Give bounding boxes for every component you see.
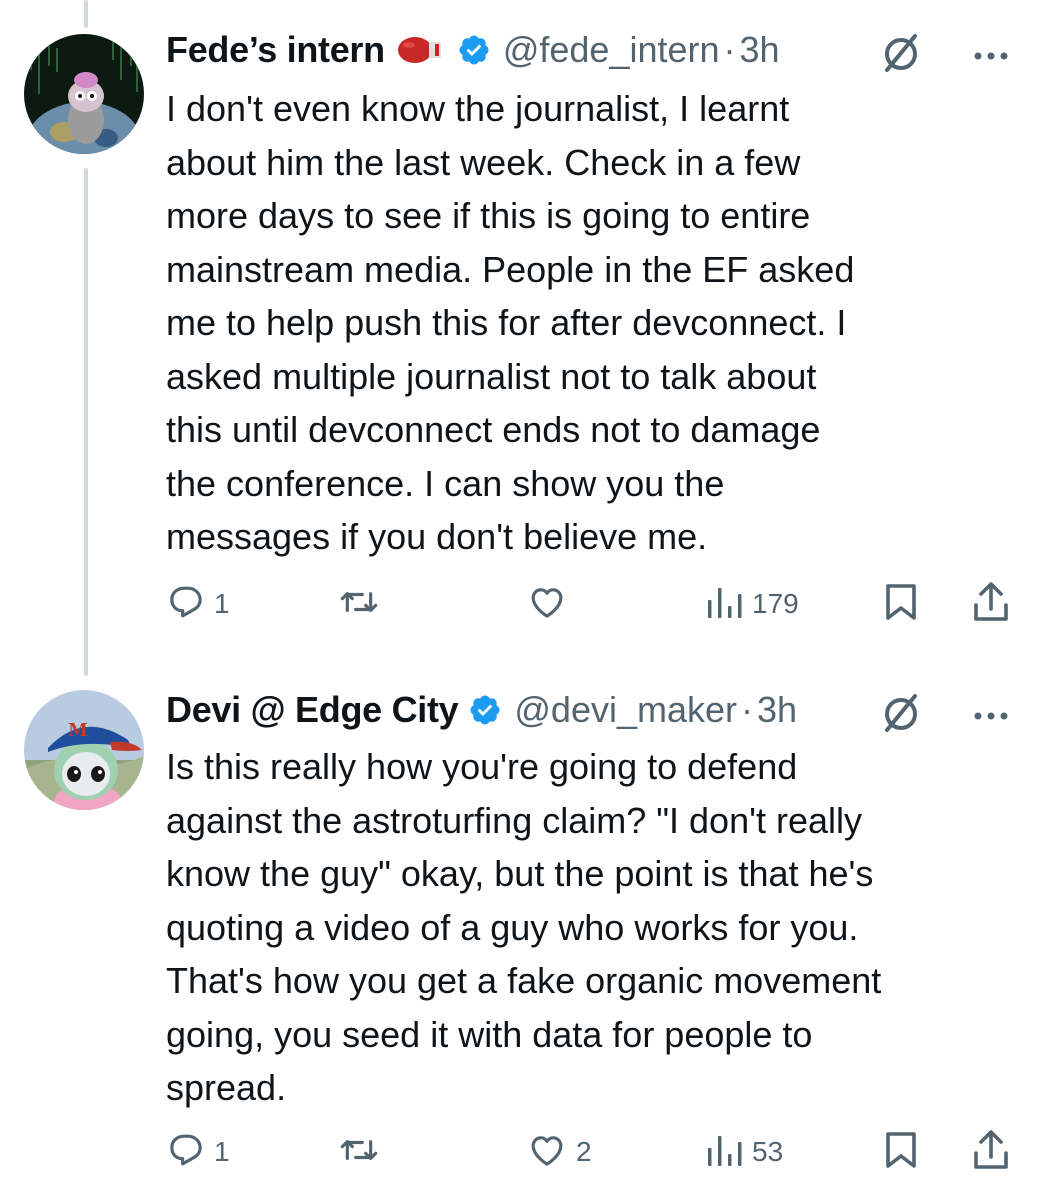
share-icon bbox=[972, 581, 1010, 628]
views-icon bbox=[706, 582, 744, 627]
timestamp[interactable]: 3h bbox=[757, 689, 797, 731]
separator: · bbox=[723, 29, 736, 70]
views-count: 179 bbox=[752, 588, 799, 619]
display-name[interactable]: Fede’s intern bbox=[166, 29, 385, 71]
views-button[interactable]: 53 bbox=[706, 1130, 783, 1174]
grok-icon[interactable] bbox=[881, 690, 921, 739]
tweet-text: I don't even know the journalist, I lear… bbox=[166, 88, 855, 557]
retweet-button[interactable] bbox=[338, 1130, 388, 1174]
avatar[interactable] bbox=[24, 34, 144, 154]
tweet-text: Is this really how you're going to defen… bbox=[166, 746, 882, 1108]
action-bar: 1 2 53 bbox=[166, 1129, 1013, 1176]
bookmark-icon bbox=[884, 582, 918, 627]
handle[interactable]: @devi_maker bbox=[514, 689, 737, 731]
views-icon bbox=[706, 1130, 744, 1175]
like-button[interactable]: 2 bbox=[526, 1130, 592, 1174]
reply-button[interactable]: 1 bbox=[166, 1130, 230, 1174]
reply-icon bbox=[166, 582, 206, 627]
like-icon bbox=[526, 1130, 568, 1175]
boxing-glove-icon bbox=[397, 35, 447, 65]
tweet-header: Fede’s intern @fede_intern · 3h bbox=[166, 20, 1013, 80]
reply-count: 1 bbox=[214, 588, 230, 619]
verified-badge-icon bbox=[457, 33, 491, 67]
separator: · bbox=[741, 689, 754, 730]
bookmark-button[interactable] bbox=[884, 1130, 918, 1174]
like-count: 2 bbox=[576, 1136, 592, 1167]
avatar[interactable]: M bbox=[24, 690, 144, 810]
like-button[interactable] bbox=[526, 582, 576, 626]
svg-text:M: M bbox=[68, 720, 88, 741]
reply-count: 1 bbox=[214, 1136, 230, 1167]
retweet-icon bbox=[338, 582, 380, 627]
bookmark-icon bbox=[884, 1130, 918, 1175]
more-icon[interactable] bbox=[973, 708, 1009, 726]
more-icon[interactable] bbox=[973, 48, 1009, 66]
reply-icon bbox=[166, 1130, 206, 1175]
tweet[interactable]: M Devi @ Edge City @devi_maker · 3h Is t… bbox=[0, 660, 1037, 1200]
reply-button[interactable]: 1 bbox=[166, 582, 230, 626]
share-icon bbox=[972, 1129, 1010, 1176]
retweet-icon bbox=[338, 1130, 380, 1175]
timestamp[interactable]: 3h bbox=[740, 29, 780, 71]
retweet-button[interactable] bbox=[338, 582, 388, 626]
display-name[interactable]: Devi @ Edge City bbox=[166, 689, 459, 731]
handle[interactable]: @fede_intern bbox=[503, 29, 720, 71]
views-count: 53 bbox=[752, 1136, 784, 1167]
views-button[interactable]: 179 bbox=[706, 582, 799, 626]
verified-badge-icon bbox=[468, 693, 502, 727]
share-button[interactable] bbox=[972, 1129, 1010, 1176]
grok-icon[interactable] bbox=[881, 30, 921, 79]
share-button[interactable] bbox=[972, 581, 1010, 628]
tweet-header: Devi @ Edge City @devi_maker · 3h bbox=[166, 680, 1013, 740]
bookmark-button[interactable] bbox=[884, 582, 918, 626]
tweet[interactable]: Fede’s intern @fede_intern · 3h I don't … bbox=[0, 0, 1037, 660]
action-bar: 1 179 bbox=[166, 581, 1013, 628]
like-icon bbox=[526, 582, 568, 627]
